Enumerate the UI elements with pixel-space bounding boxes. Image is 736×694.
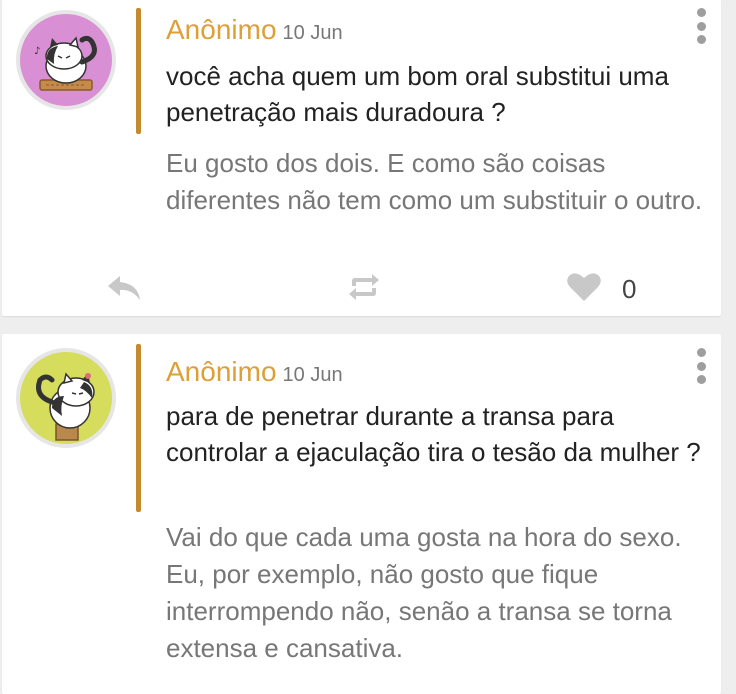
svg-text:♪: ♪ xyxy=(34,46,40,57)
question-text: você acha quem um bom oral substitui uma… xyxy=(166,61,669,127)
post-card: ♪ Anônimo 10 Jun você acha quem um bom or… xyxy=(2,0,721,316)
author-name[interactable]: Anônimo xyxy=(166,356,277,387)
more-vertical-icon xyxy=(696,361,706,371)
post-meta: Anônimo 10 Jun xyxy=(166,14,343,46)
author-name[interactable]: Anônimo xyxy=(166,14,277,45)
avatar[interactable] xyxy=(16,348,116,448)
more-options-button[interactable] xyxy=(693,348,709,384)
more-vertical-icon xyxy=(696,348,706,357)
more-vertical-icon xyxy=(696,8,706,17)
post-card: Anônimo 10 Jun para de penetrar durante a… xyxy=(2,334,721,694)
reply-arrow-icon xyxy=(108,276,140,300)
more-vertical-icon xyxy=(696,375,706,384)
like-button[interactable] xyxy=(564,270,604,304)
more-options-button[interactable] xyxy=(693,8,709,44)
question-text: para de penetrar durante a transa para c… xyxy=(166,401,701,467)
more-vertical-icon xyxy=(696,35,706,44)
cat-sitting-on-keyboard-icon: ♪ xyxy=(34,35,97,91)
repost-icon xyxy=(349,274,379,300)
accent-bar xyxy=(136,344,141,512)
avatar[interactable]: ♪ xyxy=(16,10,116,110)
answer-text: Eu gosto dos dois. E como são coisas dif… xyxy=(166,148,703,215)
heart-icon xyxy=(567,273,601,301)
answer-text: Vai do que cada uma gosta na hora do sex… xyxy=(166,522,682,663)
repost-button[interactable] xyxy=(344,270,384,304)
cat-in-box-icon xyxy=(36,372,95,441)
more-vertical-icon xyxy=(696,21,706,31)
reply-button[interactable] xyxy=(104,270,144,304)
post-meta: Anônimo 10 Jun xyxy=(166,356,343,388)
accent-bar xyxy=(136,8,141,134)
post-date: 10 Jun xyxy=(282,364,343,386)
action-bar: 0 xyxy=(2,262,721,314)
post-date: 10 Jun xyxy=(282,22,343,44)
like-count: 0 xyxy=(622,274,637,304)
